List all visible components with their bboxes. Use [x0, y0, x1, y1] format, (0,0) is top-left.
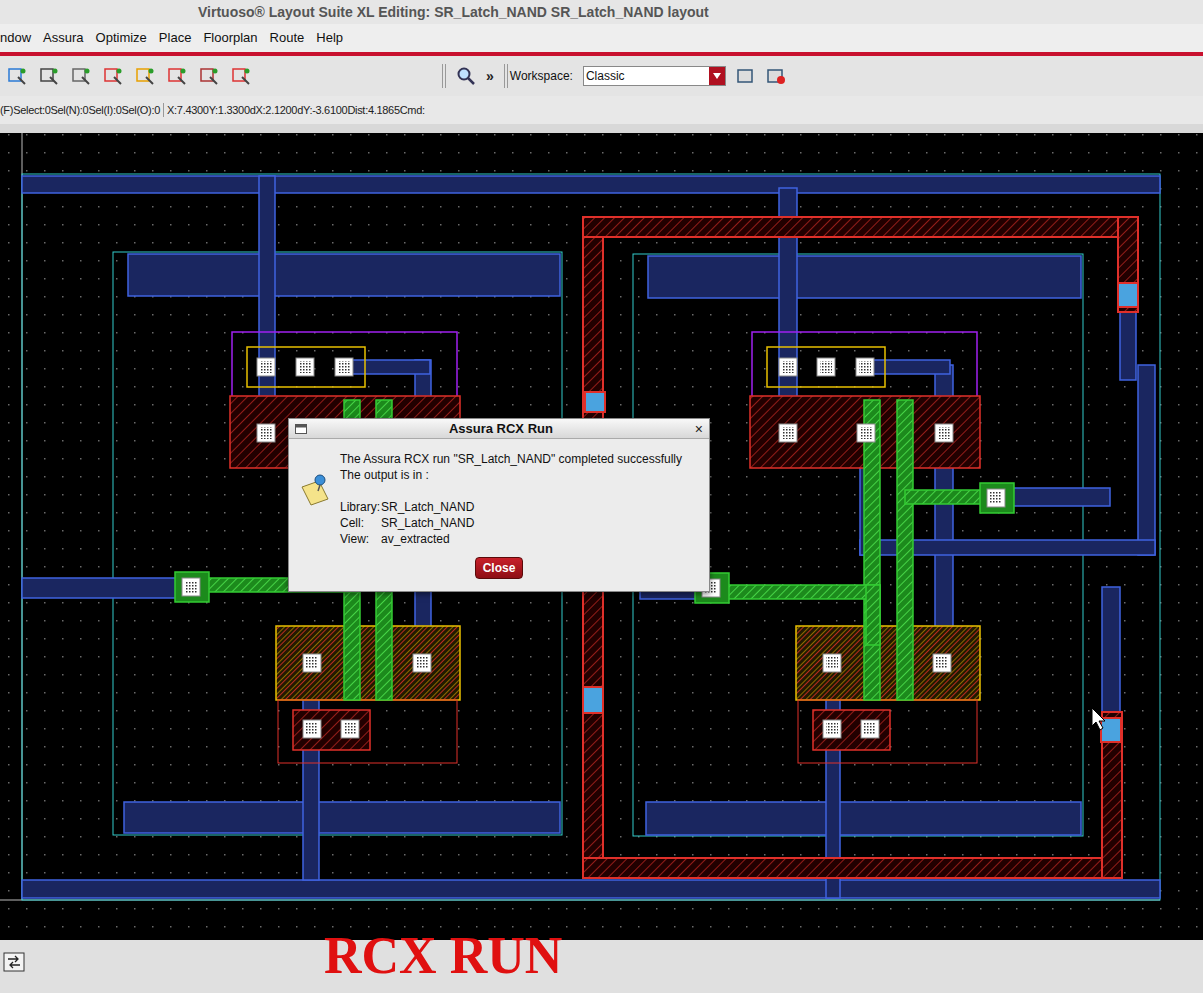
- vdd-rail: [22, 176, 1160, 193]
- bottom-bar: [0, 940, 1203, 993]
- ruler-icon[interactable]: [134, 65, 156, 87]
- zoom-icon[interactable]: [456, 66, 476, 86]
- menu-item[interactable]: Floorplan: [203, 28, 257, 48]
- contact: [987, 489, 1005, 507]
- contact: [817, 358, 835, 376]
- create-icon[interactable]: [6, 65, 28, 87]
- dialog-title: Assura RCX Run: [307, 419, 695, 439]
- menu-item[interactable]: Place: [159, 28, 192, 48]
- dialog-message: The output is in :: [340, 467, 682, 483]
- workspace-select[interactable]: Classic: [583, 66, 726, 86]
- output-detail: Library:SR_Latch_NAND: [340, 499, 682, 515]
- contact: [823, 720, 841, 738]
- label-icon[interactable]: [38, 65, 60, 87]
- contact: [856, 358, 874, 376]
- dialog-title-bar[interactable]: Assura RCX Run×: [289, 419, 709, 439]
- window-menu-icon[interactable]: [295, 424, 307, 434]
- contact: [303, 654, 321, 672]
- menu-item[interactable]: Optimize: [96, 28, 147, 48]
- contact: [779, 424, 797, 442]
- workspace-label: Workspace:: [510, 67, 573, 85]
- contact: [182, 578, 200, 596]
- selection-status: (F)Select:0Sel(N):0Sel(I):0Sel(O):0: [0, 102, 160, 119]
- menu-item[interactable]: ndow: [0, 28, 31, 48]
- nand-gate: [750, 332, 980, 763]
- output-detail: View:av_extracted: [340, 531, 682, 547]
- probe-icon[interactable]: [70, 65, 92, 87]
- contact: [303, 720, 321, 738]
- via: [1118, 283, 1138, 307]
- toolbar: » Workspace: Classic: [0, 56, 1203, 96]
- contact: [413, 654, 431, 672]
- status-line: (F)Select:0Sel(N):0Sel(I):0Sel(O):0 X:7.4…: [0, 96, 1203, 124]
- rcx-dialog: Assura RCX Run× The Assura RCX run "SR_La…: [288, 418, 710, 592]
- gnd-rail: [22, 880, 1160, 898]
- via: [585, 392, 605, 412]
- output-detail: Cell:SR_Latch_NAND: [340, 515, 682, 531]
- menu-bar: ndow Assura Optimize Place Floorplan Route Hel…: [0, 24, 1203, 52]
- via: [583, 687, 603, 713]
- contact: [257, 424, 275, 442]
- cell-boundary: [22, 174, 1160, 900]
- delete-workspace-icon[interactable]: [766, 67, 786, 85]
- shape-icon[interactable]: [166, 65, 188, 87]
- app-window: Virtuoso® Layout Suite XL Editing: SR_La…: [0, 0, 1203, 993]
- menu-item[interactable]: Help: [316, 28, 343, 48]
- contact: [823, 654, 841, 672]
- contact: [257, 358, 275, 376]
- toolbar-more[interactable]: »: [486, 66, 494, 87]
- contact: [779, 358, 797, 376]
- contact: [935, 424, 953, 442]
- contact: [933, 654, 951, 672]
- toolbar-separator: [504, 64, 508, 88]
- dropdown-icon[interactable]: [709, 67, 725, 85]
- mouse-bindings-icon[interactable]: [3, 952, 25, 972]
- hierarchy-icon[interactable]: [198, 65, 220, 87]
- contact: [341, 720, 359, 738]
- contact: [296, 358, 314, 376]
- toolbar-separator: [442, 64, 446, 88]
- coordinate-status: X:7.4300Y:1.3300dX:2.1200dY:-3.6100Dist:…: [167, 102, 425, 119]
- title-bar: Virtuoso® Layout Suite XL Editing: SR_La…: [0, 0, 1203, 24]
- menu-item[interactable]: Assura: [43, 28, 83, 48]
- contact: [861, 720, 879, 738]
- save-workspace-icon[interactable]: [736, 67, 756, 85]
- via: [1101, 718, 1121, 742]
- dialog-message: The Assura RCX run "SR_Latch_NAND" compl…: [340, 451, 682, 467]
- contact: [335, 358, 353, 376]
- net-icon[interactable]: [230, 65, 252, 87]
- note-icon: [299, 473, 331, 507]
- rcx-caption: RCX RUN: [324, 924, 562, 988]
- close-button[interactable]: Close: [475, 557, 523, 579]
- cursor-icon: [1092, 708, 1105, 730]
- contact: [857, 424, 875, 442]
- select-icon[interactable]: [102, 65, 124, 87]
- menu-item[interactable]: Route: [270, 28, 305, 48]
- dialog-close-icon[interactable]: ×: [695, 422, 703, 436]
